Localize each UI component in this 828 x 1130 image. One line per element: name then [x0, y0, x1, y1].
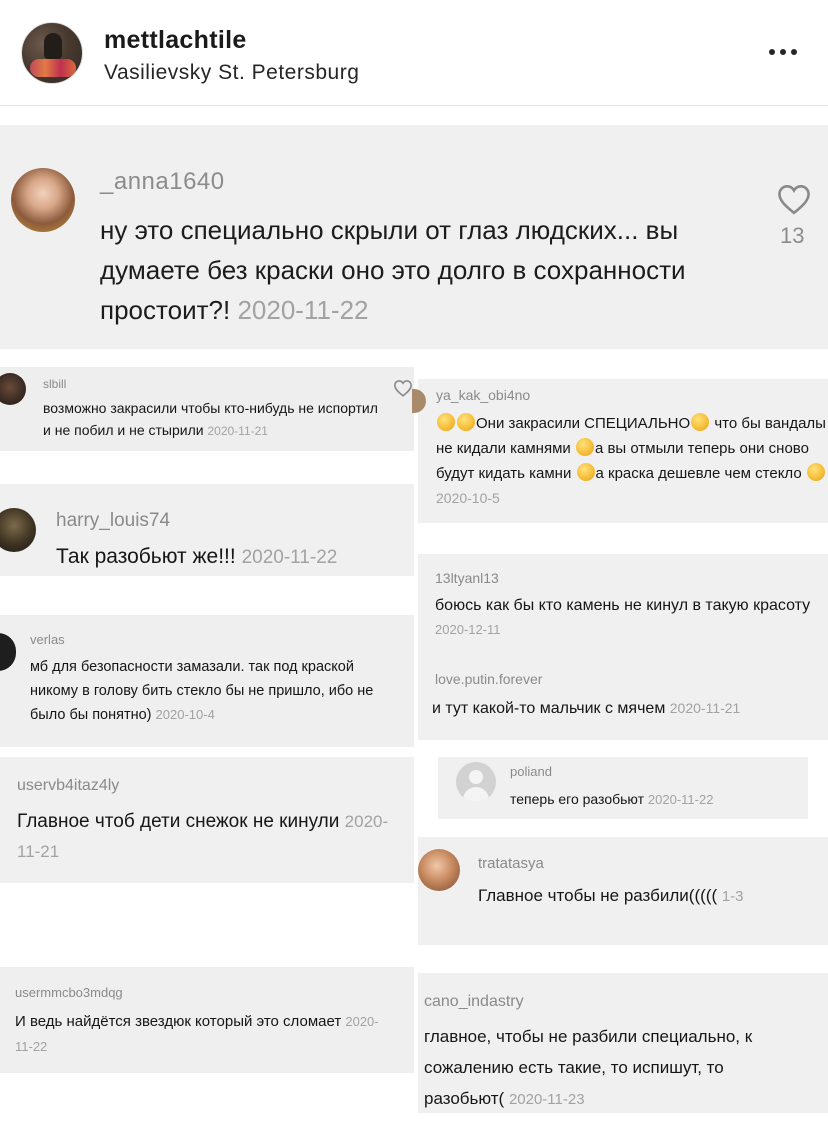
post-header: mettlachtile Vasilievsky St. Petersburg — [0, 0, 828, 106]
comment-card: usermmcbo3mdqg И ведь найдётся звездюк к… — [0, 967, 414, 1073]
comment-date: 2020-12-11 — [435, 622, 501, 637]
grimace-emoji-icon — [437, 413, 455, 431]
comment-card: harry_louis74 Так разобьют же!!! 2020-11… — [0, 484, 414, 576]
comment-date: 1-3 — [721, 888, 744, 905]
profile-avatar[interactable] — [21, 22, 83, 84]
comment-username: love.putin.forever — [435, 671, 543, 687]
comment-username: _anna1640 — [100, 168, 225, 195]
comment-card: verlas мб для безопасности замазали. так… — [0, 615, 414, 747]
comment-card: 13ltyanl13 боюсь как бы кто камень не ки… — [418, 554, 828, 740]
profile-username[interactable]: mettlachtile — [104, 26, 247, 55]
like-count: 13 — [780, 223, 805, 248]
post-location[interactable]: Vasilievsky St. Petersburg — [104, 61, 359, 85]
avatar-flowers — [30, 59, 76, 77]
avatar-person — [44, 33, 62, 59]
sweat-smile-emoji-icon — [575, 438, 594, 456]
comment-username: cano_indastry — [424, 993, 524, 1010]
commenter-avatar — [11, 168, 75, 232]
comment-body: и тут какой-то мальчик с мячем — [432, 700, 666, 717]
comment-username: verlas — [30, 632, 65, 647]
commenter-avatar — [418, 849, 460, 891]
comment-body: Главное чтобы не разбили((((( — [478, 886, 718, 905]
comment-username: tratatasya — [478, 855, 544, 872]
comment-date: 2020-11-21 — [207, 424, 268, 438]
comment-text: возможно закрасили чтобы кто-нибудь не и… — [43, 397, 383, 442]
commenter-avatar — [0, 373, 26, 405]
comment-card: _anna1640 ну это специально скрыли от гл… — [0, 125, 828, 349]
comment-card: ya_kak_obi4no Они закрасили СПЕЦИАЛЬНО ч… — [412, 379, 828, 523]
comment-text: главное, чтобы не разбили специально, к … — [424, 1021, 828, 1115]
comment-card: slbill возможно закрасили чтобы кто-нибу… — [0, 367, 414, 451]
comment-text: ну это специально скрыли от глаз людских… — [100, 210, 750, 330]
comment-date: 2020-10-5 — [436, 490, 500, 506]
comment-line: сожалению есть такие, то испишут, то — [424, 1058, 724, 1077]
comment-username: 13ltyanl13 — [435, 570, 499, 586]
grimace-emoji-icon — [691, 413, 710, 431]
more-options-icon[interactable] — [767, 46, 799, 58]
comment-body: боюсь как бы кто камень не кинул в такую… — [435, 597, 811, 614]
comment-username: uservb4itaz4ly — [17, 777, 120, 794]
comment-date: 2020-11-23 — [508, 1091, 585, 1108]
grimace-emoji-icon — [457, 413, 475, 431]
commenter-avatar — [0, 508, 36, 552]
default-avatar-icon — [456, 762, 496, 802]
comment-line: разобьют( 2020-11-23 — [424, 1083, 828, 1115]
commenter-avatar — [412, 389, 426, 413]
comment-body: И ведь найдётся звездюк который это слом… — [15, 1013, 342, 1030]
commenter-avatar — [0, 633, 16, 671]
comment-date: 2020-11-22 — [241, 547, 338, 568]
comment-body: разобьют( — [424, 1089, 505, 1108]
comment-text: Главное чтобы не разбили((((( 1-3 — [478, 883, 823, 910]
comment-username: poliand — [510, 764, 552, 779]
comment-username: harry_louis74 — [56, 510, 171, 531]
comment-body-part: Они закрасили СПЕЦИАЛЬНО — [476, 415, 691, 432]
comment-username: ya_kak_obi4no — [436, 387, 531, 403]
comment-card: tratatasya Главное чтобы не разбили(((((… — [418, 837, 828, 945]
comment-body: Так разобьют же!!! — [56, 545, 236, 568]
comment-username: usermmcbo3mdqg — [15, 985, 123, 1000]
comment-date: 2020-11-21 — [669, 700, 741, 716]
heart-icon — [778, 185, 810, 215]
comment-date: 2020-11-22 — [237, 295, 369, 325]
comment-text: Так разобьют же!!! 2020-11-22 — [56, 542, 406, 573]
comment-card: uservb4itaz4ly Главное чтоб дети снежок … — [0, 757, 414, 883]
comment-text: боюсь как бы кто камень не кинул в такую… — [435, 594, 825, 642]
comment-username: slbill — [43, 377, 67, 391]
post-image-collage[interactable]: _anna1640 ну это специально скрыли от гл… — [0, 107, 828, 1130]
comment-card: cano_indastry главное, чтобы не разбили … — [418, 973, 828, 1113]
comment-text: теперь его разобьют 2020-11-22 — [510, 788, 800, 811]
grimace-emoji-icon — [576, 463, 595, 481]
comment-body: теперь его разобьют — [510, 791, 645, 807]
comment-date: 2020-11-22 — [647, 792, 714, 807]
comment-body: Главное чтоб дети снежок не кинули — [17, 811, 340, 832]
comment-date: 2020-10-4 — [155, 707, 215, 722]
heart-icon — [393, 380, 413, 397]
comment-line: главное, чтобы не разбили специально, к — [424, 1027, 753, 1046]
comment-text: И ведь найдётся звездюк который это слом… — [15, 1009, 395, 1059]
comment-text: Они закрасили СПЕЦИАЛЬНО что бы вандалы … — [436, 411, 828, 511]
comment-body: ну это специально скрыли от глаз людских… — [100, 215, 686, 325]
comment-text: и тут какой-то мальчик с мячем 2020-11-2… — [432, 696, 822, 721]
comment-text: Главное чтоб дети снежок не кинули 2020-… — [17, 807, 407, 867]
comment-text: мб для безопасности замазали. так под кр… — [30, 655, 390, 727]
comment-card: poliand теперь его разобьют 2020-11-22 — [438, 757, 808, 819]
sweat-smile-emoji-icon — [806, 463, 825, 481]
comment-body-part: а краска дешевле чем стекло — [595, 465, 806, 482]
